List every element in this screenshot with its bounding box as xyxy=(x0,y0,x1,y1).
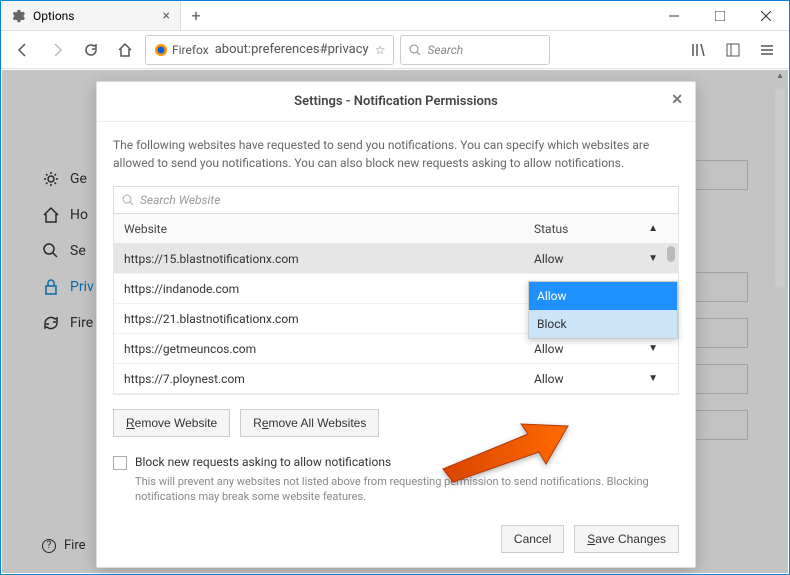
dialog-footer: Cancel Save Changes xyxy=(97,513,695,567)
browser-toolbar: Firefox about:preferences#privacy ☆ Sear… xyxy=(1,31,789,69)
checkbox-label: Block new requests asking to allow notif… xyxy=(135,455,391,469)
checkbox-description: This will prevent any websites not liste… xyxy=(135,474,679,505)
dialog-title: Settings - Notification Permissions xyxy=(294,94,498,109)
status-dropdown-menu: Allow Block xyxy=(528,281,678,339)
scrollbar-thumb[interactable] xyxy=(775,88,785,288)
dropdown-caret-icon: ▼ xyxy=(648,373,658,384)
forward-button[interactable] xyxy=(43,36,71,64)
window-titlebar: Options × + xyxy=(1,1,789,31)
notification-permissions-dialog: Settings - Notification Permissions ✕ Th… xyxy=(96,81,696,568)
close-dialog-button[interactable]: ✕ xyxy=(671,92,683,108)
annotation-arrow xyxy=(433,414,573,484)
sort-caret-icon: ▲ xyxy=(648,223,658,234)
identity-label: Firefox xyxy=(172,43,209,57)
search-bar[interactable]: Search xyxy=(400,35,550,65)
home-button[interactable] xyxy=(111,36,139,64)
table-row[interactable]: https://15.blastnotificationx.com Allow▼… xyxy=(114,244,678,274)
remove-website-button[interactable]: Remove Website xyxy=(113,409,230,437)
scrollbar-thumb[interactable] xyxy=(667,246,675,262)
firefox-logo-icon xyxy=(154,43,168,57)
website-cell: https://15.blastnotificationx.com xyxy=(114,252,528,266)
dialog-header: Settings - Notification Permissions ✕ xyxy=(97,82,695,122)
search-placeholder: Search Website xyxy=(140,193,220,207)
tab-title: Options xyxy=(33,9,75,23)
table-actions: Remove Website Remove All Websites xyxy=(113,409,679,437)
dropdown-option-allow[interactable]: Allow xyxy=(529,282,677,310)
table-row[interactable]: https://7.ploynest.com Allow▼ xyxy=(114,364,678,394)
bookmark-star-icon[interactable]: ☆ xyxy=(375,43,386,57)
column-website[interactable]: Website xyxy=(114,222,528,236)
website-cell: https://21.blastnotificationx.com xyxy=(114,312,528,326)
website-cell: https://indanode.com xyxy=(114,282,528,296)
remove-all-websites-button[interactable]: Remove All Websites xyxy=(240,409,379,437)
status-dropdown[interactable]: Allow▼ xyxy=(528,342,678,356)
search-placeholder: Search xyxy=(427,43,463,57)
table-header: Website Status▲ xyxy=(114,214,678,244)
close-tab-icon[interactable]: × xyxy=(163,8,170,24)
gear-icon xyxy=(11,9,25,23)
save-changes-button[interactable]: Save Changes xyxy=(574,525,679,553)
browser-window: Options × + Firefox about:preferences#pr… xyxy=(0,0,790,575)
cancel-button[interactable]: Cancel xyxy=(501,525,564,553)
back-button[interactable] xyxy=(9,36,37,64)
window-scrollbar[interactable]: ▲ xyxy=(773,71,787,572)
menu-icon[interactable] xyxy=(753,36,781,64)
table-row[interactable]: https://getmeuncos.com Allow▼ xyxy=(114,334,678,364)
search-website-input[interactable]: Search Website xyxy=(113,186,679,214)
column-status[interactable]: Status▲ xyxy=(528,222,678,236)
dropdown-option-block[interactable]: Block xyxy=(529,310,677,338)
dropdown-caret-icon: ▼ xyxy=(648,253,658,264)
address-bar[interactable]: Firefox about:preferences#privacy ☆ xyxy=(145,35,394,65)
dropdown-caret-icon: ▼ xyxy=(648,343,658,354)
block-requests-checkbox[interactable] xyxy=(113,456,127,470)
browser-tab[interactable]: Options × xyxy=(1,1,181,30)
website-cell: https://getmeuncos.com xyxy=(114,342,528,356)
site-identity: Firefox xyxy=(154,43,209,57)
reload-button[interactable] xyxy=(77,36,105,64)
maximize-button[interactable] xyxy=(697,1,743,30)
search-icon xyxy=(409,44,421,56)
dialog-description: The following websites have requested to… xyxy=(113,136,679,172)
dialog-body: The following websites have requested to… xyxy=(97,122,695,513)
new-tab-button[interactable]: + xyxy=(181,1,211,30)
website-cell: https://7.ploynest.com xyxy=(114,372,528,386)
window-controls xyxy=(651,1,789,30)
status-dropdown[interactable]: Allow▼ Allow Block xyxy=(528,252,678,266)
close-window-button[interactable] xyxy=(743,1,789,30)
library-icon[interactable] xyxy=(685,36,713,64)
sidebar-icon[interactable] xyxy=(719,36,747,64)
status-dropdown[interactable]: Allow▼ xyxy=(528,372,678,386)
block-new-requests-row: Block new requests asking to allow notif… xyxy=(113,455,679,470)
url-text: about:preferences#privacy xyxy=(215,42,369,57)
permissions-table: Website Status▲ https://15.blastnotifica… xyxy=(113,214,679,395)
table-body: https://15.blastnotificationx.com Allow▼… xyxy=(114,244,678,394)
minimize-button[interactable] xyxy=(651,1,697,30)
search-icon xyxy=(122,194,134,206)
